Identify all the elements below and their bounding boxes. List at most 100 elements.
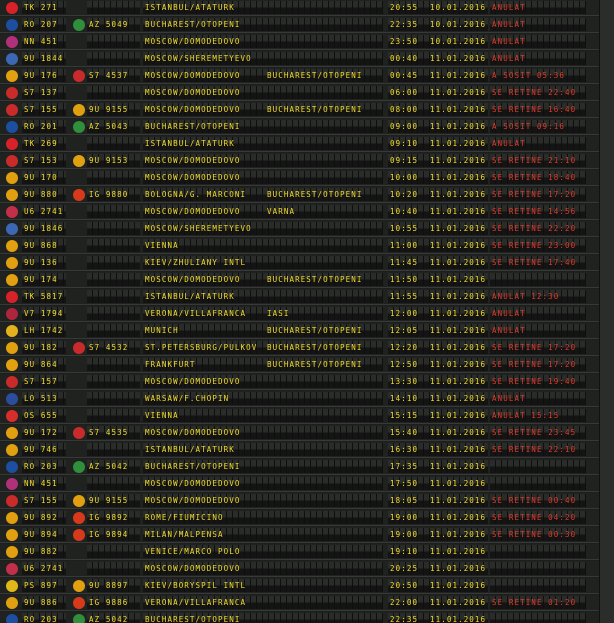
flight-row: LO 513 WARSAW/F.CHOPIN 14:10 11.01.2016 ANUL… — [0, 391, 614, 407]
codeshare-flight-number: S7 4535 — [87, 426, 140, 439]
scheduled-date: 10.01.2016 — [430, 37, 487, 46]
flight-number: PS 897 — [22, 579, 66, 592]
scheduled-time: 12:05 11.01.2016 — [388, 324, 488, 337]
scheduled-time: 15:40 11.01.2016 — [388, 426, 488, 439]
flight-number: 9U 174 — [22, 273, 66, 286]
scheduled-date: 10.01.2016 — [430, 20, 487, 29]
flight-number: RO 201 — [22, 120, 66, 133]
flight-number: U6 2741 — [22, 205, 66, 218]
flight-row: V7 1794 VERONA/VILLAFRANCA IASI 12:00 11.01.… — [0, 306, 614, 322]
s7-icon — [73, 342, 85, 354]
destination: MUNICH BUCHAREST/OTOPENI — [143, 324, 383, 337]
codeshare-flight-number: IG 9880 — [87, 188, 140, 201]
scheduled-date: 11.01.2016 — [430, 292, 487, 301]
scheduled-time: 10:55 11.01.2016 — [388, 222, 488, 235]
destination-secondary: BUCHAREST/OTOPENI — [267, 360, 363, 369]
flight-number: 9U 746 — [22, 443, 66, 456]
flight-status: SE RETINE 16:40 — [490, 103, 586, 116]
tarom-icon — [6, 121, 18, 133]
ukraine-intl-icon — [6, 580, 18, 592]
destination: MILAN/MALPENSA — [143, 528, 383, 541]
codeshare-flight-number: AZ 5043 — [87, 120, 140, 133]
flight-status: SE RETINE 22:40 — [490, 86, 586, 99]
destination: BUCHAREST/OTOPENI — [143, 613, 383, 623]
destination-secondary: BUCHAREST/OTOPENI — [267, 190, 363, 199]
codeshare-flight-number — [87, 1, 140, 14]
scheduled-date: 11.01.2016 — [430, 71, 487, 80]
meridiana-icon — [73, 189, 85, 201]
s7-icon — [73, 70, 85, 82]
codeshare-flight-number: AZ 5042 — [87, 613, 140, 623]
scheduled-time: 10:40 11.01.2016 — [388, 205, 488, 218]
scheduled-date: 11.01.2016 — [430, 190, 487, 199]
destination: MOSCOW/DOMODEDOVO BUCHAREST/OTOPENI — [143, 103, 383, 116]
codeshare-flight-number — [87, 562, 140, 575]
flight-number: 9U 880 — [22, 188, 66, 201]
destination: MOSCOW/SHEREMETYEVO — [143, 222, 383, 235]
destination: ISTANBUL/ATATURK — [143, 1, 383, 14]
scheduled-date: 11.01.2016 — [430, 224, 487, 233]
turkish-airlines-icon — [6, 138, 18, 150]
flight-row: OS 655 VIENNA 15:15 11.01.2016 ANULAT 15:15 — [0, 408, 614, 424]
s7-icon — [6, 104, 18, 116]
codeshare-flight-number — [87, 307, 140, 320]
flight-status — [490, 562, 586, 575]
scheduled-date: 11.01.2016 — [430, 496, 487, 505]
flight-status: ANULAT — [490, 18, 586, 31]
scheduled-date: 11.01.2016 — [430, 207, 487, 216]
scheduled-date: 11.01.2016 — [430, 445, 487, 454]
air-moldova-icon — [73, 495, 85, 507]
scheduled-date: 11.01.2016 — [430, 258, 487, 267]
scheduled-time: 09:00 11.01.2016 — [388, 120, 488, 133]
flight-row: 9U 174 MOSCOW/DOMODEDOVO BUCHAREST/OTOPENI… — [0, 272, 614, 288]
flight-number: V7 1794 — [22, 307, 66, 320]
flight-number: 9U 170 — [22, 171, 66, 184]
flight-row: 9U 746 ISTANBUL/ATATURK 16:30 11.01.2016 SE … — [0, 442, 614, 458]
flight-number: 9U 176 — [22, 69, 66, 82]
aeroflot-icon — [6, 223, 18, 235]
codeshare-flight-number — [87, 409, 140, 422]
scheduled-date: 11.01.2016 — [430, 377, 487, 386]
air-moldova-icon — [73, 155, 85, 167]
destination: VIENNA — [143, 239, 383, 252]
scrollbar[interactable] — [599, 0, 614, 623]
flight-row: PS 897 9U 8897 KIEV/BORYSPIL INTL 20:50 11.0… — [0, 578, 614, 594]
scheduled-date: 11.01.2016 — [430, 309, 487, 318]
destination: MOSCOW/DOMODEDOVO VARNA — [143, 205, 383, 218]
scheduled-date: 11.01.2016 — [430, 326, 487, 335]
flight-number: S7 153 — [22, 154, 66, 167]
scheduled-time: 08:00 11.01.2016 — [388, 103, 488, 116]
flight-number: RO 207 — [22, 18, 66, 31]
flight-status: SE RETINE 14:56 — [490, 205, 586, 218]
destination-secondary: BUCHAREST/OTOPENI — [267, 105, 363, 114]
codeshare-flight-number — [87, 205, 140, 218]
scheduled-date: 11.01.2016 — [430, 360, 487, 369]
flight-status: SE RETINE 04:20 — [490, 511, 586, 524]
scheduled-time: 23:50 10.01.2016 — [388, 35, 488, 48]
destination-secondary: IASI — [267, 309, 290, 318]
flight-row: TK 269 ISTANBUL/ATATURK 09:10 11.01.2016 ANU… — [0, 136, 614, 152]
flight-row: 9U 882 VENICE/MARCO POLO 19:10 11.01.2016 — [0, 544, 614, 560]
flight-status: SE RETINE 22:20 — [490, 222, 586, 235]
flight-status — [490, 579, 586, 592]
flight-number: 9U 892 — [22, 511, 66, 524]
flight-status: SE RETINE 21:10 — [490, 154, 586, 167]
scheduled-date: 11.01.2016 — [430, 105, 487, 114]
codeshare-flight-number — [87, 375, 140, 388]
flight-status: SE RETINE 18:40 — [490, 171, 586, 184]
codeshare-flight-number — [87, 171, 140, 184]
destination: VIENNA — [143, 409, 383, 422]
flight-status: ANULAT — [490, 52, 586, 65]
codeshare-flight-number — [87, 222, 140, 235]
flight-row: RO 201 AZ 5043 BUCHAREST/OTOPENI 09:00 11.01… — [0, 119, 614, 135]
scheduled-date: 11.01.2016 — [430, 275, 487, 284]
codeshare-flight-number: IG 9886 — [87, 596, 140, 609]
flight-status — [490, 273, 586, 286]
scheduled-date: 11.01.2016 — [430, 615, 487, 623]
flight-row: S7 155 9U 9155 MOSCOW/DOMODEDOVO 18:05 11.01… — [0, 493, 614, 509]
s7-icon — [73, 427, 85, 439]
codeshare-flight-number: 9U 9155 — [87, 494, 140, 507]
flight-number: TK 269 — [22, 137, 66, 150]
flight-status: ANULAT — [490, 137, 586, 150]
flight-row: TK 271 ISTANBUL/ATATURK 20:55 10.01.2016 ANU… — [0, 0, 614, 16]
